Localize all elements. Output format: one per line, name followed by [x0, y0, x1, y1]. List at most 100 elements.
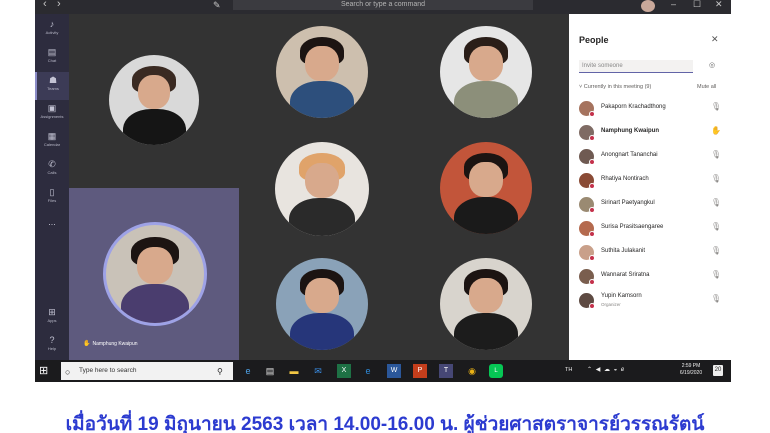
- bell-icon: ♪: [49, 19, 55, 29]
- calendar-icon: ▦: [47, 131, 57, 141]
- excel-icon[interactable]: X: [337, 364, 351, 378]
- participant-row[interactable]: Wannarat Sriratna 🎙︎: [579, 266, 729, 288]
- participant-video: [440, 258, 532, 350]
- participant-name: Yupin Kamsorn: [601, 293, 642, 299]
- participant-name: Anongnart Tananchai: [601, 152, 658, 158]
- participant-row[interactable]: Suthita Julakanit 🎙︎: [579, 242, 729, 264]
- edge-icon[interactable]: e: [241, 364, 255, 378]
- participant-video: [275, 142, 369, 236]
- rail-files[interactable]: ▯ Files: [35, 184, 69, 212]
- windows-start-icon[interactable]: ⊞: [39, 364, 48, 377]
- rail-calls[interactable]: ✆ Calls: [35, 156, 69, 184]
- share-link-icon[interactable]: ◎: [709, 61, 715, 69]
- powerpoint-icon[interactable]: P: [413, 364, 427, 378]
- participant-name: Pakaporn Krachadthong: [601, 104, 666, 110]
- rail-label: Teams: [47, 86, 59, 91]
- rail-label: Calendar: [43, 142, 61, 147]
- video-tile[interactable]: [239, 130, 404, 246]
- rail-label: Assignments: [40, 114, 64, 119]
- rail-label: Chat: [47, 58, 57, 63]
- raised-hand-icon: ✋: [711, 126, 721, 135]
- participant-role: Organizer: [601, 302, 621, 307]
- rail-assignments[interactable]: ▣ Assignments: [35, 100, 69, 128]
- teams-window: ‹ › ✎ Search or type a command – ☐ ✕ ♪ Ac…: [35, 0, 731, 382]
- microphone-icon[interactable]: ⚲: [217, 363, 223, 381]
- mic-off-icon: 🎙︎: [711, 222, 722, 231]
- teams-taskbar-icon[interactable]: T: [439, 364, 453, 378]
- internet-explorer-icon[interactable]: e: [361, 364, 375, 378]
- input-language[interactable]: TH: [565, 367, 572, 373]
- invite-input[interactable]: Invite someone: [579, 60, 693, 73]
- mail-icon[interactable]: ✉: [311, 364, 325, 378]
- windows-taskbar: ⊞ ○ Type here to search ⚲ e ▤ ▬ ✉ X e W …: [35, 360, 731, 382]
- store-icon[interactable]: ▤: [263, 364, 277, 378]
- status-dot: [589, 135, 595, 141]
- status-dot: [589, 183, 595, 189]
- mic-off-icon: 🎙︎: [711, 198, 722, 207]
- video-grid: ✋ Namphung Kwaipun: [69, 14, 569, 360]
- participant-row[interactable]: Anongnart Tananchai 🎙︎: [579, 146, 729, 168]
- raised-hand-icon: ✋: [83, 341, 91, 347]
- system-tray-icons[interactable]: ⌃ ◀ ☁ ◒ 𝑒: [587, 366, 625, 374]
- file-explorer-icon[interactable]: ▬: [287, 364, 301, 378]
- line-icon[interactable]: L: [489, 364, 503, 378]
- mic-off-icon: 🎙︎: [711, 246, 722, 255]
- more-icon: ...: [48, 217, 56, 227]
- clock[interactable]: 2:59 PM 6/19/2020: [671, 363, 711, 377]
- participant-video: [109, 55, 199, 145]
- participant-row[interactable]: Sirinart Paetyangkul 🎙︎: [579, 194, 729, 216]
- rail-chat[interactable]: ▤ Chat: [35, 44, 69, 72]
- close-icon[interactable]: ✕: [711, 34, 719, 45]
- participant-name: Namphung Kwaipun: [601, 128, 659, 134]
- rail-more[interactable]: ...: [35, 214, 69, 242]
- participant-row[interactable]: Yupin Kamsorn Organizer 🎙︎: [579, 290, 729, 312]
- minimize-button[interactable]: –: [671, 0, 676, 9]
- title-bar: ‹ › ✎ Search or type a command – ☐ ✕: [35, 0, 731, 14]
- chat-icon: ▤: [47, 47, 57, 57]
- participant-row[interactable]: Rhatiya Nontirach 🎙︎: [579, 170, 729, 192]
- participant-name: Rhatiya Nontirach: [601, 176, 649, 182]
- files-icon: ▯: [49, 187, 55, 197]
- compose-icon[interactable]: ✎: [213, 0, 223, 10]
- help-icon: ?: [49, 335, 55, 345]
- rail-activity[interactable]: ♪ Activity: [35, 16, 69, 44]
- user-avatar[interactable]: [641, 0, 655, 12]
- assignments-icon: ▣: [47, 103, 57, 113]
- video-tile[interactable]: [239, 246, 404, 360]
- search-input[interactable]: Search or type a command: [233, 0, 533, 10]
- teams-icon: ☗: [48, 75, 58, 85]
- taskbar-search-input[interactable]: ○ Type here to search ⚲: [61, 362, 233, 380]
- video-tile[interactable]: [239, 14, 404, 130]
- video-tile[interactable]: [404, 14, 569, 130]
- back-button[interactable]: ‹: [43, 0, 47, 10]
- notification-badge[interactable]: 20: [713, 365, 723, 376]
- speaker-video: [103, 222, 207, 326]
- participant-name: Wannarat Sriratna: [601, 272, 650, 278]
- close-button[interactable]: ✕: [715, 0, 723, 10]
- mic-off-icon: 🎙︎: [711, 150, 722, 159]
- status-dot: [589, 159, 595, 165]
- active-speaker-tile[interactable]: ✋ Namphung Kwaipun: [69, 188, 239, 360]
- video-tile[interactable]: [404, 246, 569, 360]
- rail-help[interactable]: ? Help: [35, 332, 69, 360]
- clock-time: 2:59 PM: [681, 363, 701, 369]
- video-tile[interactable]: [404, 130, 569, 246]
- video-tile[interactable]: [69, 14, 239, 188]
- status-dot: [589, 207, 595, 213]
- rail-calendar[interactable]: ▦ Calendar: [35, 128, 69, 156]
- chrome-icon[interactable]: ◉: [465, 364, 479, 378]
- participant-row[interactable]: Pakaporn Krachadthong 🎙︎: [579, 98, 729, 120]
- word-icon[interactable]: W: [387, 364, 401, 378]
- app-rail: ♪ Activity ▤ Chat ☗ Teams ▣ Assignments ▦ Cal…: [35, 14, 69, 360]
- participant-name: Surisa Prasitsaengaree: [601, 224, 664, 230]
- participant-row[interactable]: Surisa Prasitsaengaree 🎙︎: [579, 218, 729, 240]
- rail-label: Help: [47, 346, 57, 351]
- maximize-button[interactable]: ☐: [693, 0, 701, 10]
- rail-apps[interactable]: ⊞ Apps: [35, 304, 69, 332]
- rail-teams[interactable]: ☗ Teams: [35, 72, 69, 100]
- status-dot: [589, 111, 595, 117]
- forward-button[interactable]: ›: [57, 0, 61, 10]
- mute-all-button[interactable]: Mute all: [697, 84, 716, 90]
- participant-row[interactable]: Namphung Kwaipun ✋: [579, 122, 729, 144]
- participant-video: [440, 26, 532, 118]
